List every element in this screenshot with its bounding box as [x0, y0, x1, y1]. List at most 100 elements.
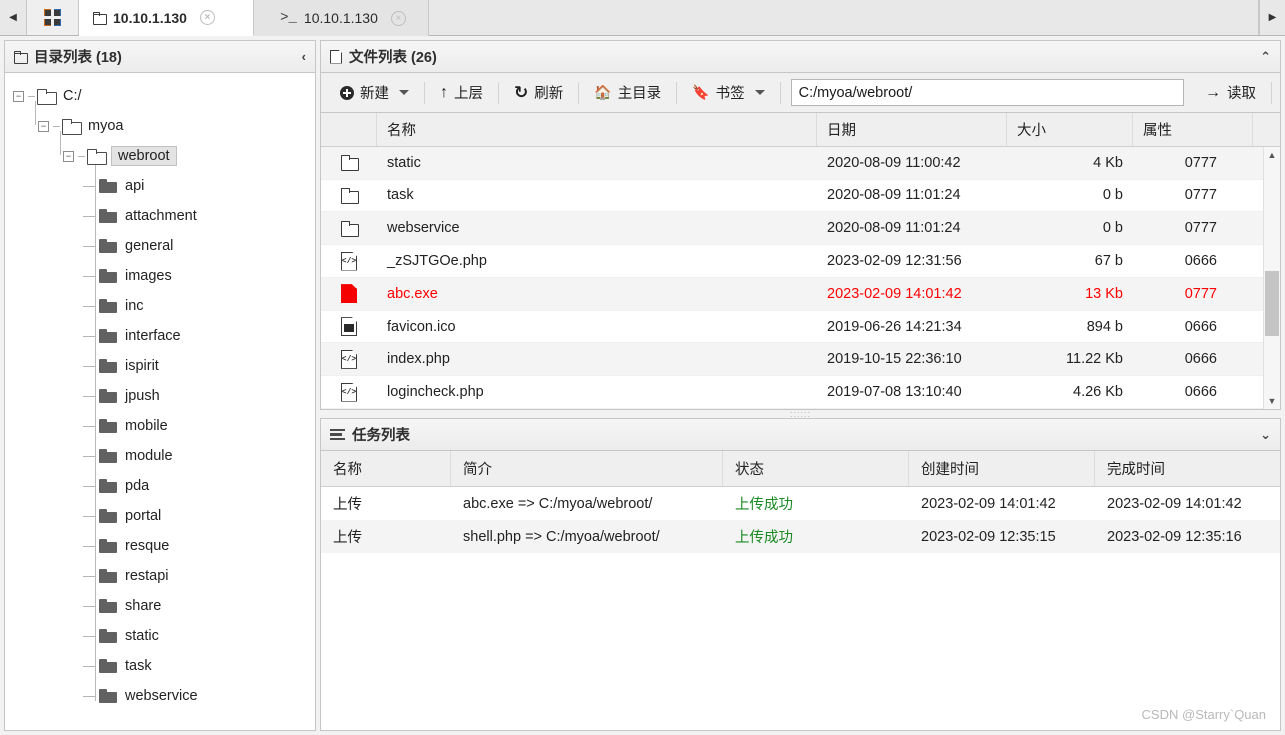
file-name: task — [387, 187, 414, 204]
new-button[interactable]: 新建 — [327, 79, 422, 107]
table-row[interactable]: task 2020-08-09 11:01:24 0 b 0777 — [321, 180, 1280, 213]
tree-item-jpush[interactable]: jpush — [5, 381, 315, 411]
home-button-label: 主目录 — [617, 86, 662, 102]
file-size: 13 Kb — [1085, 285, 1123, 302]
file-date: 2019-10-15 22:36:10 — [827, 351, 962, 368]
file-size: 4 Kb — [1093, 154, 1123, 171]
tree-item-api[interactable]: api — [5, 171, 315, 201]
tab-bar-filler — [429, 0, 1259, 35]
task-row[interactable]: 上传 shell.php => C:/myoa/webroot/ 上传成功 20… — [321, 520, 1280, 553]
tree-item-webroot[interactable]: − webroot — [5, 141, 315, 171]
panel-splitter[interactable]: :::::: — [320, 409, 1281, 419]
refresh-button[interactable]: 刷新 — [501, 79, 576, 107]
table-row[interactable]: </> _zSJTGOe.php 2023-02-09 12:31:56 67 … — [321, 245, 1280, 278]
tab-scroll-right-button[interactable]: ▶ — [1259, 0, 1285, 35]
table-row[interactable]: abc.exe 2023-02-09 14:01:42 13 Kb 0777 — [321, 277, 1280, 311]
tree-item-general[interactable]: general — [5, 231, 315, 261]
column-header-task-state[interactable]: 状态 — [723, 451, 909, 486]
tree-item-inc[interactable]: inc — [5, 291, 315, 321]
file-name: index.php — [387, 351, 450, 368]
tree-item-static[interactable]: static — [5, 621, 315, 651]
tree-item-share[interactable]: share — [5, 591, 315, 621]
tree-item-label: interface — [125, 328, 181, 344]
table-row[interactable]: static 2020-08-09 11:00:42 4 Kb 0777 — [321, 146, 1280, 180]
tree-item-attachment[interactable]: attachment — [5, 201, 315, 231]
tree-item-root[interactable]: − C:/ — [5, 81, 315, 111]
tab-terminal[interactable]: >_ 10.10.1.130 × — [254, 0, 429, 36]
tree-item-images[interactable]: images — [5, 261, 315, 291]
tree-item-mobile[interactable]: mobile — [5, 411, 315, 441]
column-header-task-desc[interactable]: 简介 — [451, 451, 723, 486]
folder-icon — [99, 448, 118, 464]
tree-item-task[interactable]: task — [5, 651, 315, 681]
column-header-attr[interactable]: 属性 — [1133, 113, 1253, 146]
tab-file-manager[interactable]: 10.10.1.130 × — [79, 0, 254, 36]
table-row[interactable]: webservice 2020-08-09 11:01:24 0 b 0777 — [321, 212, 1280, 246]
file-name: abc.exe — [387, 285, 438, 302]
tree-item-resque[interactable]: resque — [5, 531, 315, 561]
home-button[interactable]: 主目录 — [581, 79, 674, 107]
column-header-task-ftime[interactable]: 完成时间 — [1095, 451, 1280, 486]
folder-icon — [340, 187, 359, 204]
scrollbar-thumb[interactable] — [1265, 271, 1279, 336]
folder-open-icon — [87, 148, 107, 165]
table-row[interactable]: favicon.ico 2019-06-26 14:21:34 894 b 06… — [321, 311, 1280, 344]
tree-item-webservice[interactable]: webservice — [5, 681, 315, 711]
collapse-toggle-icon[interactable]: − — [38, 120, 49, 132]
collapse-toggle-icon[interactable]: − — [13, 90, 24, 102]
column-header-date[interactable]: 日期 — [817, 113, 1007, 146]
collapse-toggle-icon[interactable]: − — [63, 150, 74, 162]
row-icon — [321, 212, 377, 244]
tree-connector — [53, 125, 60, 127]
tree-item-pda[interactable]: pda — [5, 471, 315, 501]
chevron-down-icon[interactable] — [754, 90, 765, 95]
close-icon[interactable]: × — [199, 10, 215, 25]
collapse-sidebar-button[interactable]: ‹ — [302, 49, 306, 64]
apps-grid-button[interactable] — [27, 0, 79, 35]
scroll-up-arrow-icon[interactable]: ▲ — [1268, 147, 1277, 163]
exe-file-icon — [341, 284, 357, 304]
collapse-file-panel-button[interactable]: ⌃ — [1260, 49, 1271, 65]
tree-item-label: myoa — [88, 118, 124, 134]
tree-item-myoa[interactable]: − myoa — [5, 111, 315, 141]
table-row[interactable]: </> logincheck.php 2019-07-08 13:10:40 4… — [321, 376, 1280, 409]
right-content-area: 文件列表 (26) ⌃ 新建 上层 刷新 — [320, 40, 1281, 731]
tree-item-ispirit[interactable]: ispirit — [5, 351, 315, 381]
file-attr: 0666 — [1184, 318, 1217, 335]
tree-item-module[interactable]: module — [5, 441, 315, 471]
tab-scroll-left-button[interactable]: ◀ — [0, 0, 27, 35]
path-input[interactable]: C:/myoa/webroot/ — [790, 79, 1184, 106]
file-size: 0 b — [1102, 187, 1123, 204]
task-name: 上传 — [333, 530, 362, 546]
tree-item-interface[interactable]: interface — [5, 321, 315, 351]
folder-icon — [99, 598, 118, 614]
bookmark-button[interactable]: 书签 — [679, 79, 777, 107]
file-list-header: 文件列表 (26) ⌃ — [321, 41, 1280, 73]
folder-icon — [99, 538, 118, 554]
file-size: 11.22 Kb — [1066, 351, 1123, 368]
tree-item-restapi[interactable]: restapi — [5, 561, 315, 591]
close-icon[interactable]: × — [390, 10, 406, 26]
up-button[interactable]: 上层 — [427, 79, 496, 107]
file-list-scrollbar[interactable]: ▲ ▼ — [1263, 147, 1280, 409]
collapse-task-panel-button[interactable]: ⌄ — [1260, 427, 1271, 443]
toolbar-separator — [1271, 81, 1272, 104]
file-date: 2020-08-09 11:01:24 — [827, 220, 961, 237]
tree-item-portal[interactable]: portal — [5, 501, 315, 531]
column-header-task-name[interactable]: 名称 — [321, 451, 451, 486]
grid-apps-icon — [44, 9, 61, 26]
folder-icon — [340, 155, 359, 172]
arrow-right-icon — [1205, 84, 1221, 102]
task-table-header: 名称 简介 状态 创建时间 完成时间 — [321, 451, 1280, 487]
column-header-size[interactable]: 大小 — [1007, 113, 1133, 146]
folder-icon — [99, 508, 118, 524]
scroll-down-arrow-icon[interactable]: ▼ — [1268, 393, 1277, 409]
column-header-name[interactable]: 名称 — [377, 113, 817, 146]
file-table: 名称 日期 大小 属性 static 2020-08-09 11:00:42 4… — [321, 113, 1280, 409]
table-row[interactable]: </> index.php 2019-10-15 22:36:10 11.22 … — [321, 343, 1280, 377]
column-header-task-ctime[interactable]: 创建时间 — [909, 451, 1095, 486]
task-row[interactable]: 上传 abc.exe => C:/myoa/webroot/ 上传成功 2023… — [321, 487, 1280, 520]
chevron-down-icon[interactable] — [399, 90, 409, 95]
scrollbar-track[interactable] — [1264, 163, 1280, 393]
read-button[interactable]: 读取 — [1192, 79, 1269, 107]
